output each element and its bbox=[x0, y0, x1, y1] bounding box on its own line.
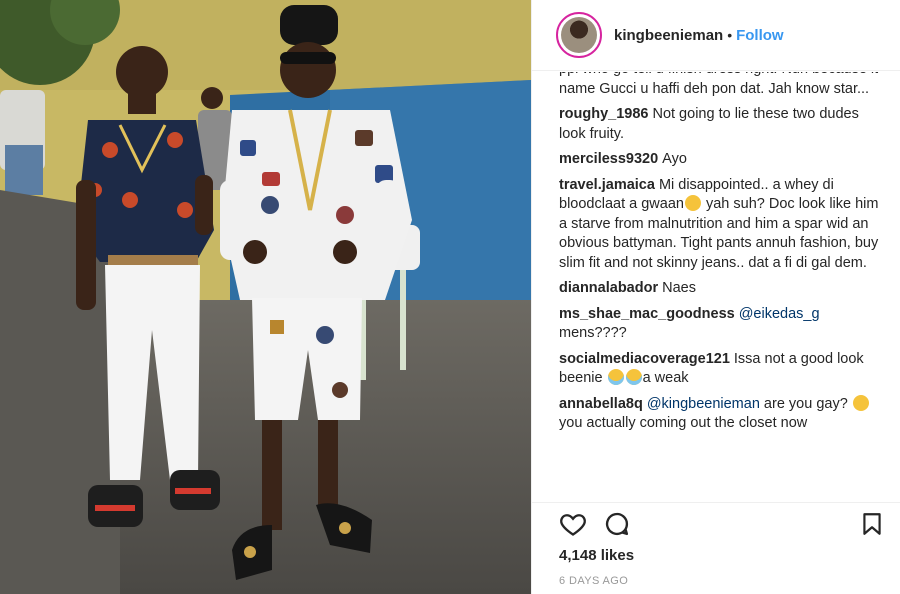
comment-item: merciless9320 Ayo bbox=[559, 150, 889, 170]
action-bar bbox=[559, 510, 889, 540]
bookmark-icon[interactable] bbox=[859, 510, 885, 538]
comment-username[interactable]: diannalabador bbox=[559, 280, 658, 296]
comment-item: ppl who go tell u finish dress right. Nu… bbox=[559, 72, 889, 99]
comment-username[interactable]: travel.jamaica bbox=[559, 177, 655, 193]
comment-username[interactable]: merciless9320 bbox=[559, 151, 658, 167]
header-separator: • bbox=[727, 27, 733, 43]
comment-username[interactable]: roughy_1986 bbox=[559, 106, 648, 122]
instagram-post: kingbeenieman • Follow ppl who go tell u… bbox=[0, 0, 900, 594]
smiley-emoji bbox=[852, 394, 869, 411]
post-header: kingbeenieman • Follow bbox=[532, 0, 900, 71]
comments-list[interactable]: ppl who go tell u finish dress right. Nu… bbox=[559, 72, 889, 502]
photo-illustration bbox=[0, 0, 531, 594]
comment-username[interactable]: socialmediacoverage121 bbox=[559, 351, 730, 367]
crying-emoji bbox=[625, 369, 642, 385]
post-timestamp: 6 DAYS AGO bbox=[559, 575, 629, 587]
comment-mention[interactable]: @kingbeenieman bbox=[647, 396, 760, 412]
likes-count[interactable]: 4,148 likes bbox=[559, 547, 634, 564]
comment-text: mens???? bbox=[559, 325, 627, 341]
comment-text: Ayo bbox=[662, 151, 687, 167]
comment-item: roughy_1986 Not going to lie these two du… bbox=[559, 105, 889, 144]
avatar-image bbox=[561, 17, 597, 53]
comment-icon[interactable] bbox=[603, 510, 631, 538]
comment-text: ppl who go tell u finish dress right. Nu… bbox=[559, 72, 878, 97]
crying-emoji bbox=[607, 369, 624, 385]
comment-item: ms_shae_mac_goodness @eikedas_g mens???? bbox=[559, 305, 889, 344]
avatar[interactable] bbox=[556, 12, 602, 58]
comment-text: Naes bbox=[662, 280, 696, 296]
comment-item: annabella8q @kingbeenieman are you gay? y… bbox=[559, 394, 889, 434]
follow-button[interactable]: Follow bbox=[736, 27, 784, 44]
comment-username[interactable]: ms_shae_mac_goodness bbox=[559, 306, 735, 322]
smiley-emoji bbox=[684, 195, 701, 211]
post-photo[interactable] bbox=[0, 0, 531, 594]
post-sidebar: kingbeenieman • Follow ppl who go tell u… bbox=[531, 0, 900, 594]
comment-text-continued: you actually coming out the closet now bbox=[559, 415, 808, 431]
divider bbox=[532, 502, 900, 503]
comment-item: diannalabador Naes bbox=[559, 279, 889, 299]
comment-text: are you gay? bbox=[763, 395, 848, 412]
comment-mention[interactable]: @eikedas_g bbox=[739, 306, 820, 322]
comment-item: socialmediacoverage121 Issa not a good lo… bbox=[559, 350, 889, 389]
comment-text-continued: a weak bbox=[642, 370, 689, 386]
comment-username[interactable]: annabella8q bbox=[559, 396, 643, 412]
heart-icon[interactable] bbox=[559, 510, 587, 538]
header-username[interactable]: kingbeenieman bbox=[614, 27, 723, 44]
comment-item: travel.jamaica Mi disappointed.. a whey d… bbox=[559, 176, 889, 274]
